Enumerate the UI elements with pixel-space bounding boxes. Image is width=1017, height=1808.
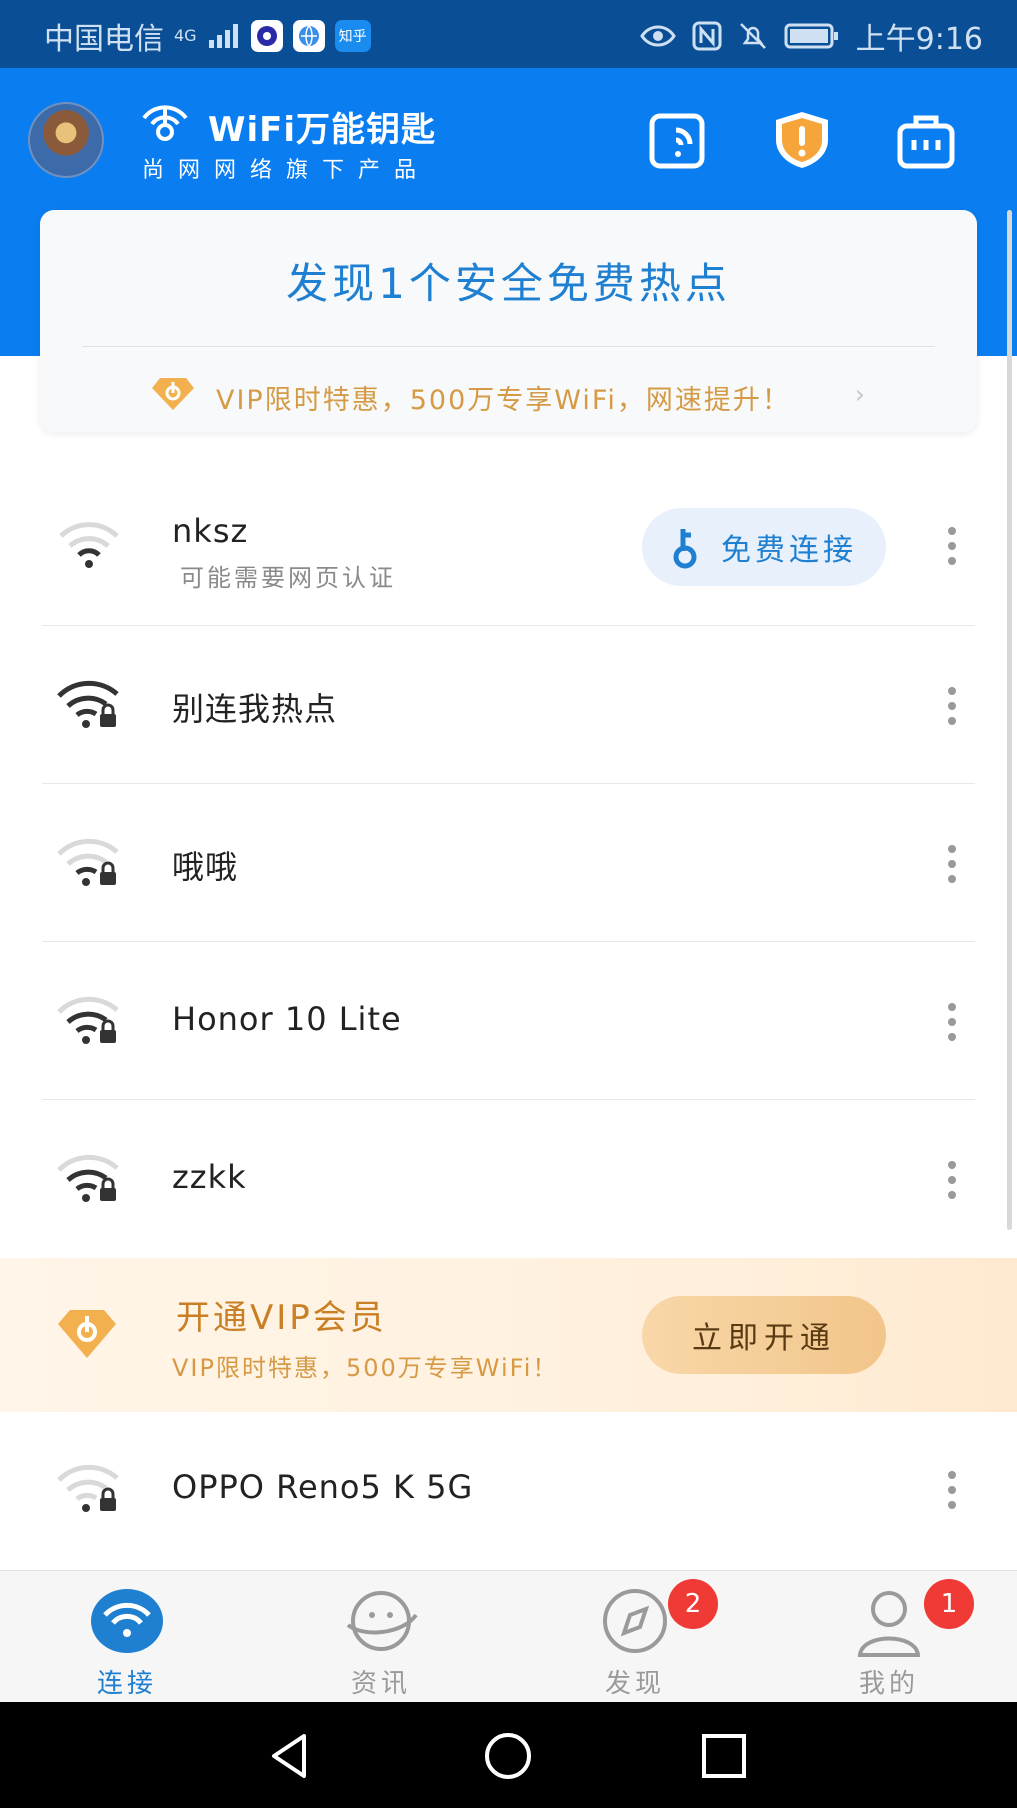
wifi-locked-icon: [57, 680, 119, 728]
network-name: Honor 10 Lite: [172, 1000, 402, 1038]
tab-me[interactable]: 我的 1: [762, 1571, 1016, 1703]
battery-icon: [784, 23, 838, 49]
vip-promo-text: VIP限时特惠，500万专享WiFi，网速提升！: [216, 385, 791, 416]
clock: 上午9:16: [855, 22, 983, 57]
free-connect-button[interactable]: 免费连接: [642, 508, 886, 586]
network-row[interactable]: OPPO Reno5 K 5G: [0, 1412, 1017, 1570]
tab-discover[interactable]: 发现 2: [508, 1571, 762, 1703]
wifi-locked-icon: [57, 1464, 119, 1512]
vip-diamond-icon: [58, 1310, 116, 1358]
back-icon[interactable]: [264, 1730, 316, 1782]
more-options-icon[interactable]: [946, 686, 958, 726]
network-subtitle: 可能需要网页认证: [180, 564, 396, 592]
wifi-locked-icon: [57, 996, 119, 1044]
activate-vip-button[interactable]: 立即开通: [642, 1296, 886, 1374]
card-title: 发现1个安全免费热点: [286, 259, 731, 308]
more-options-icon[interactable]: [946, 1160, 958, 1200]
vip-title: 开通VIP会员: [176, 1298, 387, 1338]
brand-subtitle: 尚网网络旗下产品: [142, 158, 431, 183]
network-name: OPPO Reno5 K 5G: [172, 1468, 474, 1506]
toolbox-icon[interactable]: [894, 108, 958, 172]
person-icon: [857, 1591, 921, 1657]
tab-news[interactable]: 资讯: [254, 1571, 508, 1703]
network-name: 别连我热点: [172, 690, 338, 728]
tab-label: 资讯: [350, 1669, 411, 1699]
wifi-locked-icon: [57, 838, 119, 886]
system-nav-bar: [0, 1702, 1017, 1808]
hotspot-summary-card[interactable]: 发现1个安全免费热点 VIP限时特惠，500万专享WiFi，网速提升！ ›: [40, 210, 977, 432]
shield-icon[interactable]: [770, 108, 834, 172]
cell-signal-icon: [208, 24, 238, 48]
notification-badge: 1: [924, 1579, 974, 1629]
more-options-icon[interactable]: [946, 526, 958, 566]
network-name: zzkk: [172, 1158, 247, 1196]
vip-diamond-icon: [152, 378, 194, 410]
wifi-icon: [91, 1589, 163, 1653]
wifi-signal-icon: [59, 522, 119, 568]
avatar[interactable]: [28, 102, 104, 178]
recents-icon[interactable]: [698, 1730, 750, 1782]
mute-bell-icon: [739, 23, 766, 49]
tab-label: 我的: [858, 1669, 919, 1699]
zhihu-notification-icon: 知乎: [334, 20, 371, 52]
vip-banner[interactable]: 开通VIP会员 VIP限时特惠，500万专享WiFi！ 立即开通: [0, 1258, 1017, 1412]
network-name: nksz: [172, 512, 249, 550]
nfc-icon: [692, 21, 722, 51]
signal-share-icon[interactable]: [646, 108, 710, 172]
tab-label: 连接: [96, 1669, 157, 1699]
browser-notification-icon: [292, 20, 325, 52]
more-options-icon[interactable]: [946, 1002, 958, 1042]
compass-icon: [603, 1589, 667, 1653]
app-notification-icon: [250, 20, 283, 52]
network-row[interactable]: zzkk: [0, 1100, 1017, 1258]
network-name: 哦哦: [172, 848, 239, 886]
status-right: 上午9:16: [639, 14, 983, 58]
more-options-icon[interactable]: [946, 1470, 958, 1510]
network-type: 4G: [174, 26, 197, 45]
card-divider: [82, 346, 935, 347]
tab-label: 发现: [604, 1669, 665, 1699]
eye-icon: [639, 25, 676, 47]
network-row[interactable]: Honor 10 Lite: [0, 942, 1017, 1100]
status-bar: 中国电信 4G 知乎 上午9:16: [0, 0, 1017, 68]
tab-connect[interactable]: 连接: [0, 1571, 254, 1703]
planet-icon: [346, 1591, 418, 1651]
wifi-locked-icon: [57, 1154, 119, 1202]
bottom-nav: 连接 资讯 发现 2 我的 1: [0, 1570, 1017, 1703]
brand-title: WiFi万能钥匙: [208, 110, 437, 150]
home-icon[interactable]: [482, 1730, 534, 1782]
carrier-label: 中国电信: [44, 22, 164, 57]
network-row[interactable]: 哦哦: [0, 784, 1017, 942]
key-icon: [673, 529, 697, 569]
free-connect-label: 免费连接: [721, 533, 857, 568]
more-options-icon[interactable]: [946, 844, 958, 884]
status-left: 中国电信 4G 知乎: [44, 14, 371, 58]
wifi-key-logo-icon: [142, 105, 188, 141]
network-row[interactable]: 别连我热点: [0, 626, 1017, 784]
chevron-right-icon: ›: [854, 380, 865, 410]
notification-badge: 2: [668, 1579, 718, 1629]
vip-subtitle: VIP限时特惠，500万专享WiFi！: [172, 1354, 559, 1382]
